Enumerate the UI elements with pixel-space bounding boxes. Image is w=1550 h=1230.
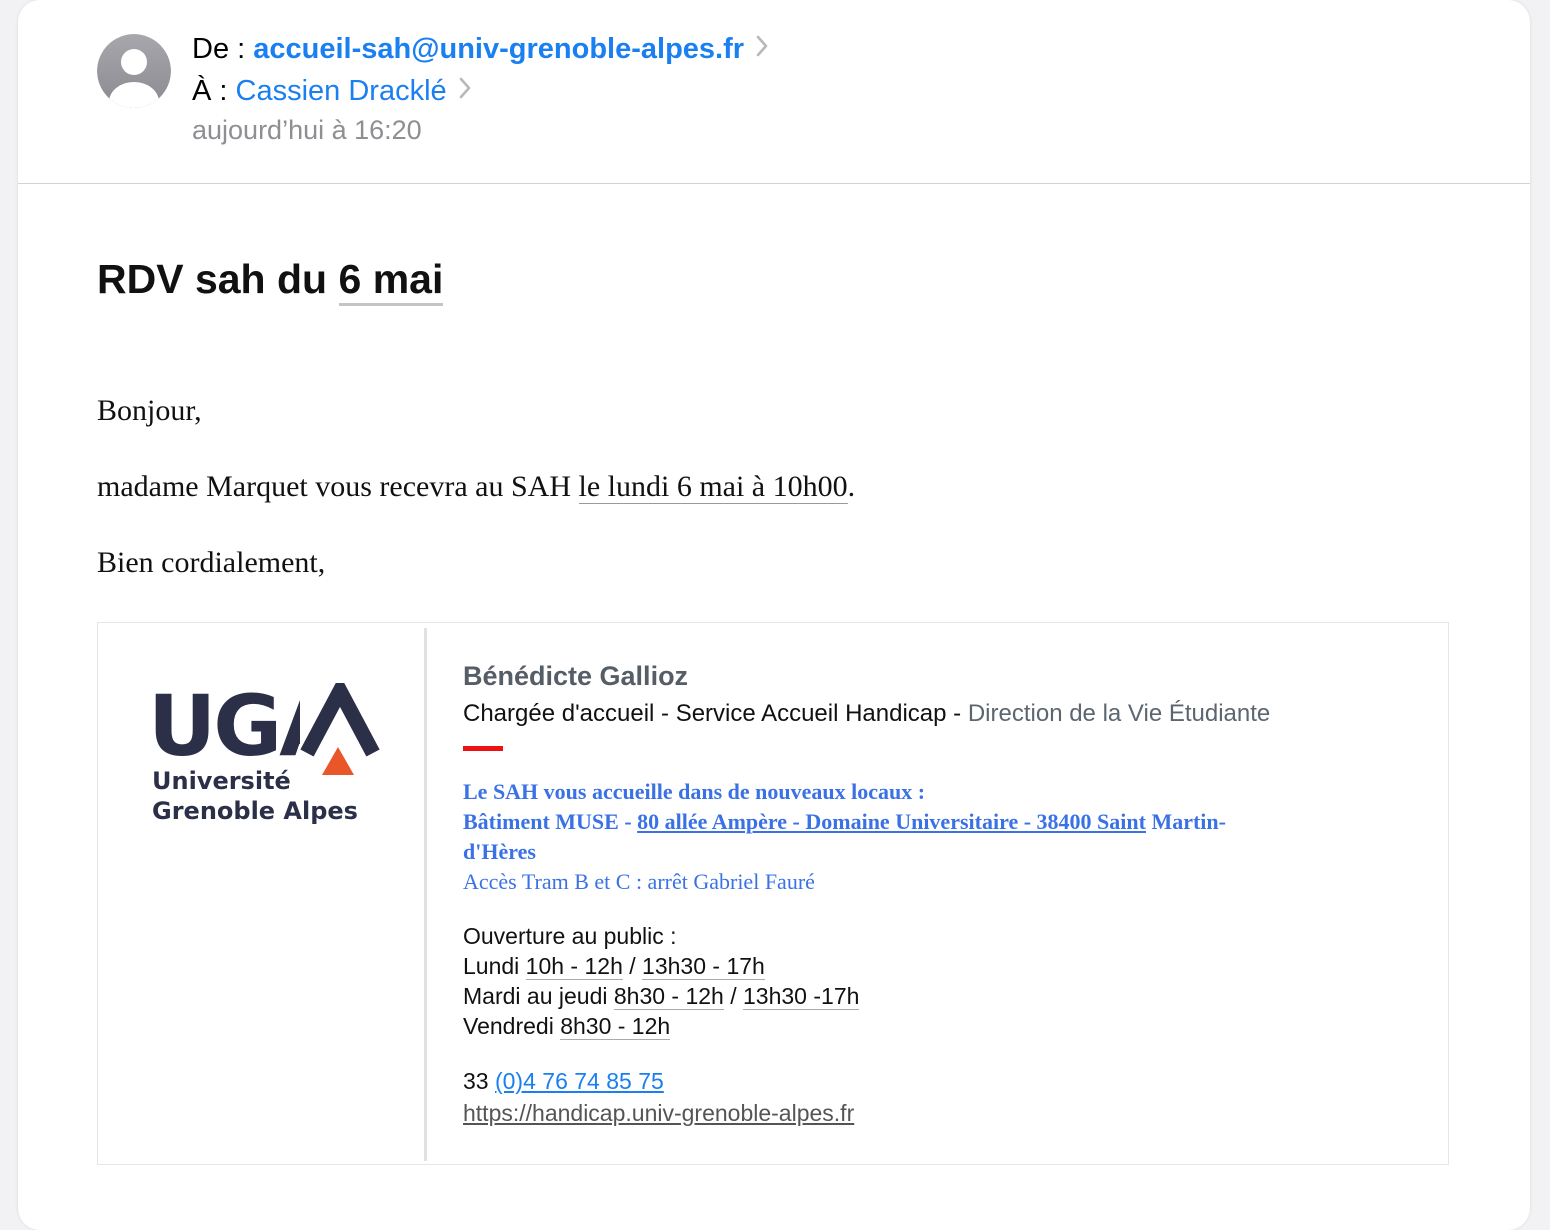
hours-row: Mardi au jeudi 8h30 - 12h / 13h30 -17h [463,983,860,1010]
website-link[interactable]: https://handicap.univ-grenoble-alpes.fr [463,1100,854,1127]
hours-separator: / [723,983,744,1009]
appointment-date-link[interactable]: le lundi 6 mai à 10h00 [578,470,848,504]
phone-link[interactable]: (0)4 76 74 85 75 [495,1068,664,1094]
greeting: Bonjour, [97,394,202,427]
body-paragraph: madame Marquet vous recevra au SAH le lu… [97,470,855,504]
body-text: madame Marquet vous recevra au SAH [97,470,571,503]
chevron-right-icon[interactable] [459,74,471,107]
header-divider [18,183,1530,184]
address-prefix: Bâtiment MUSE - [463,809,638,834]
phone-line: 33 (0)4 76 74 85 75 [463,1068,664,1095]
address-suffix: Martin- [1145,809,1226,834]
to-label: À : [192,75,228,107]
sender-address-link[interactable]: accueil-sah@univ-grenoble-alpes.fr [253,33,744,65]
direction-text: Direction de la Vie Étudiante [967,700,1271,727]
to-line: À : Cassien Dracklé [192,75,471,109]
phone-prefix: 33 [463,1068,495,1094]
uga-logo: UGA Université Grenoble Alpes [148,675,380,833]
subject-text: RDV sah du [97,256,328,302]
chevron-right-icon[interactable] [756,32,768,65]
email-date: aujourd’hui à 16:20 [192,115,422,145]
role-text: Chargée d'accueil - Service Accueil Hand… [463,700,947,727]
hours-separator: / [622,953,643,979]
logo-line1: Université [152,767,291,795]
signature-role: Chargée d'accueil - Service Accueil Hand… [463,700,1270,728]
email-subject: RDV sah du 6 mai [97,256,444,306]
avatar[interactable] [97,34,171,108]
closing: Bien cordialement, [97,546,326,579]
hours-time-link[interactable]: 10h - 12h [525,953,623,980]
hours-day: Lundi [463,953,526,979]
logo-line2: Grenoble Alpes [152,797,358,825]
subject-date-link[interactable]: 6 mai [338,256,444,306]
address-line-2: d'Hères [463,839,536,864]
address-link[interactable]: 80 allée Ampère - Domaine Universitaire … [637,809,1146,834]
hours-title: Ouverture au public : [463,923,677,949]
person-avatar-icon [97,34,171,108]
hours-row: Vendredi 8h30 - 12h [463,1013,671,1040]
hours-row: Lundi 10h - 12h / 13h30 - 17h [463,953,765,980]
signature-divider [424,628,427,1161]
hours-time-link[interactable]: 13h30 -17h [743,983,860,1010]
hours-day: Vendredi [463,1013,561,1039]
body-period: . [847,470,856,503]
signature-name: Bénédicte Gallioz [463,661,689,691]
tram-access: Accès Tram B et C : arrêt Gabriel Fauré [463,869,815,894]
from-label: De : [192,33,246,65]
role-separator: - [946,700,968,727]
hours-time-link[interactable]: 8h30 - 12h [560,1013,671,1040]
announcement: Le SAH vous accueille dans de nouveaux l… [463,779,926,804]
recipient-name-link[interactable]: Cassien Dracklé [236,75,447,107]
hours-time-link[interactable]: 13h30 - 17h [642,953,765,980]
from-line: De : accueil-sah@univ-grenoble-alpes.fr [192,33,768,67]
hours-day: Mardi au jeudi [463,983,614,1009]
accent-bar [463,746,503,751]
address-line: Bâtiment MUSE - 80 allée Ampère - Domain… [463,809,1226,835]
hours-time-link[interactable]: 8h30 - 12h [613,983,724,1010]
